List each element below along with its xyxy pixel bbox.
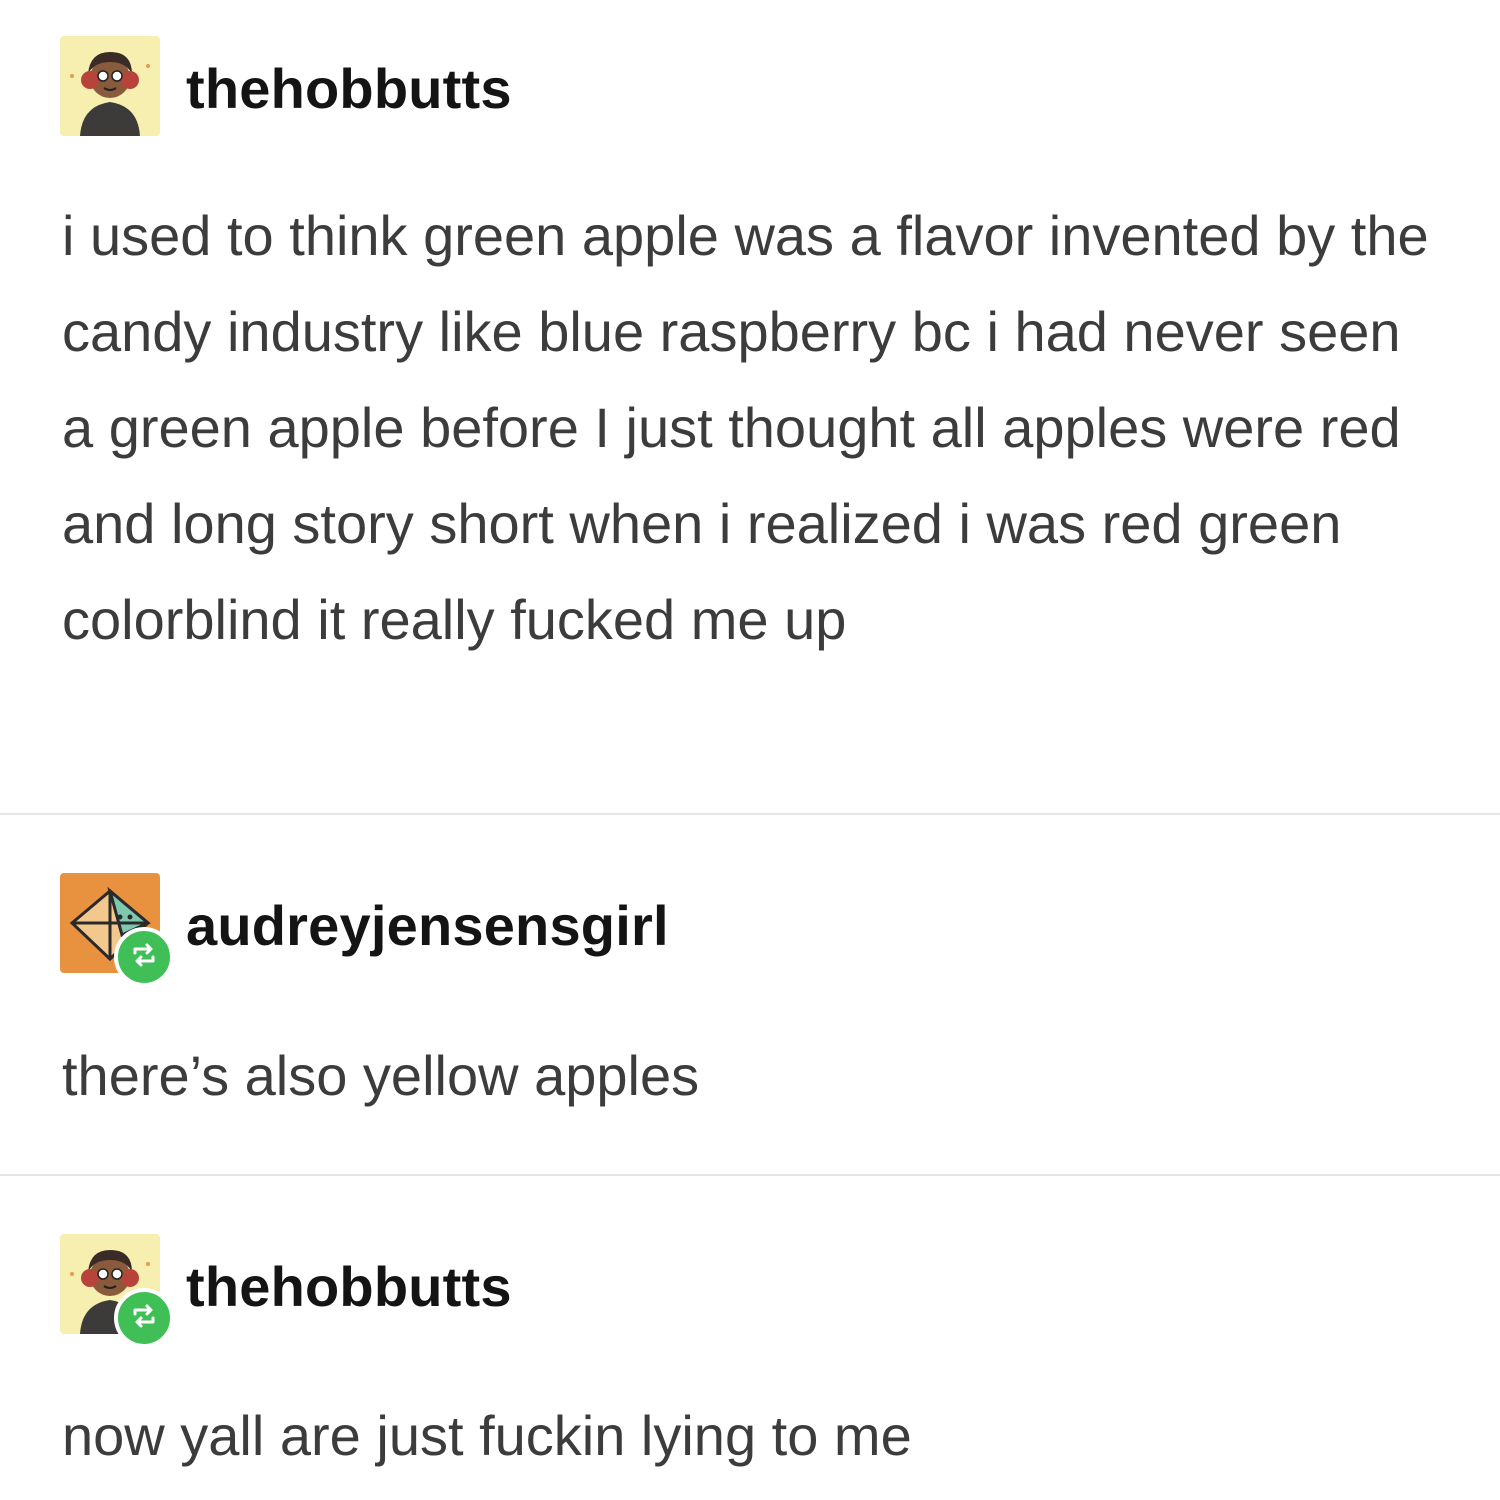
reblog-badge xyxy=(114,1288,174,1348)
reblog-icon xyxy=(130,1302,158,1335)
username[interactable]: audreyjensensgirl xyxy=(186,893,669,958)
post-divider xyxy=(0,1174,1500,1176)
post-body: i used to think green apple was a flavor… xyxy=(62,204,1429,651)
post-body: now yall are just fuckin lying to me xyxy=(62,1404,912,1467)
username[interactable]: thehobbutts xyxy=(186,1254,512,1319)
avatar[interactable] xyxy=(60,36,160,136)
reblog-icon xyxy=(130,941,158,974)
post-divider xyxy=(0,813,1500,815)
username[interactable]: thehobbutts xyxy=(186,56,512,121)
reblog-badge xyxy=(114,927,174,987)
post-body: there’s also yellow apples xyxy=(62,1044,700,1107)
